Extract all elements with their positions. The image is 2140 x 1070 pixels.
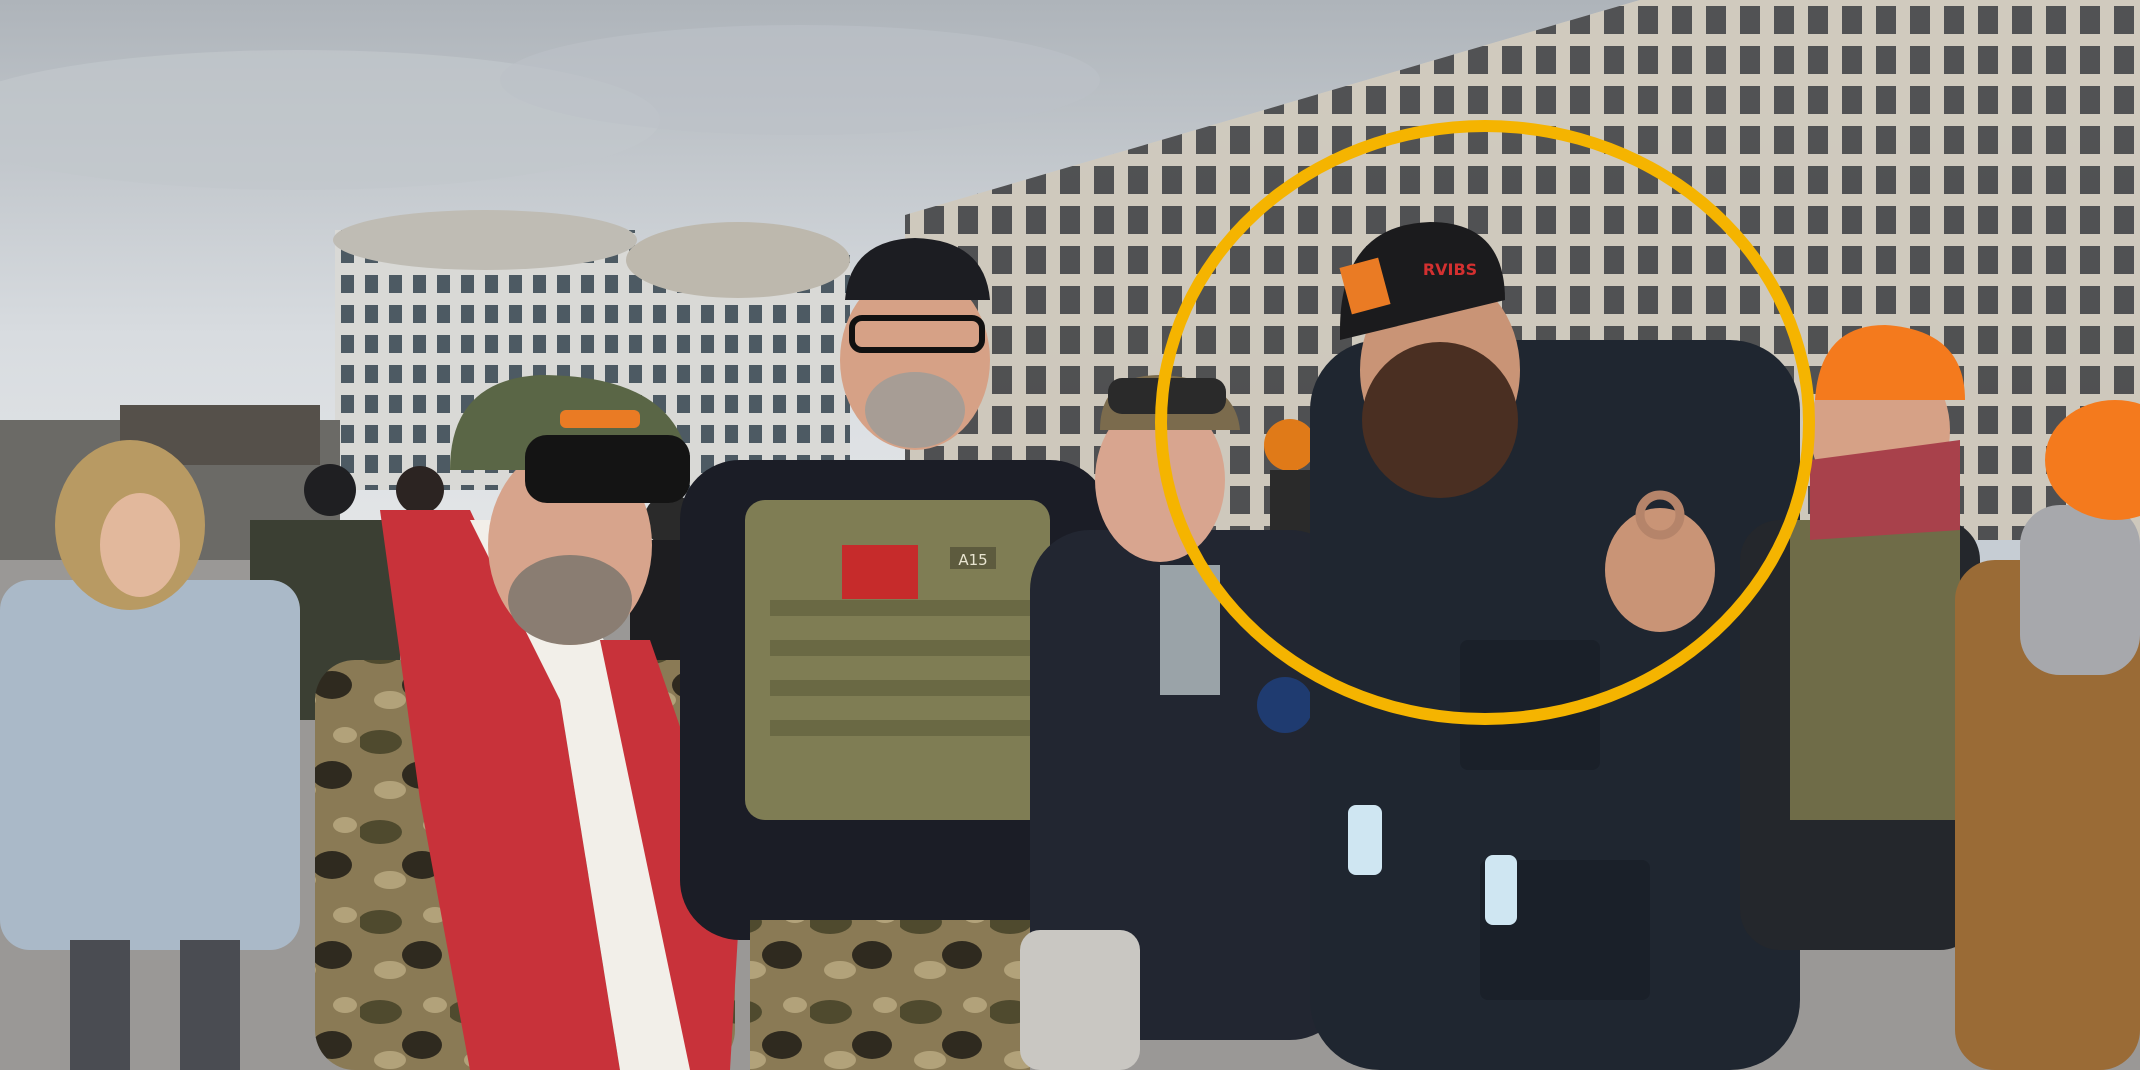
group-photo: A15 RVIBS xyxy=(0,0,2140,1070)
cap-text: RVIBS xyxy=(1423,260,1477,279)
person-highlighted: RVIBS xyxy=(1310,222,1800,1070)
vest-tag: A15 xyxy=(958,551,987,569)
